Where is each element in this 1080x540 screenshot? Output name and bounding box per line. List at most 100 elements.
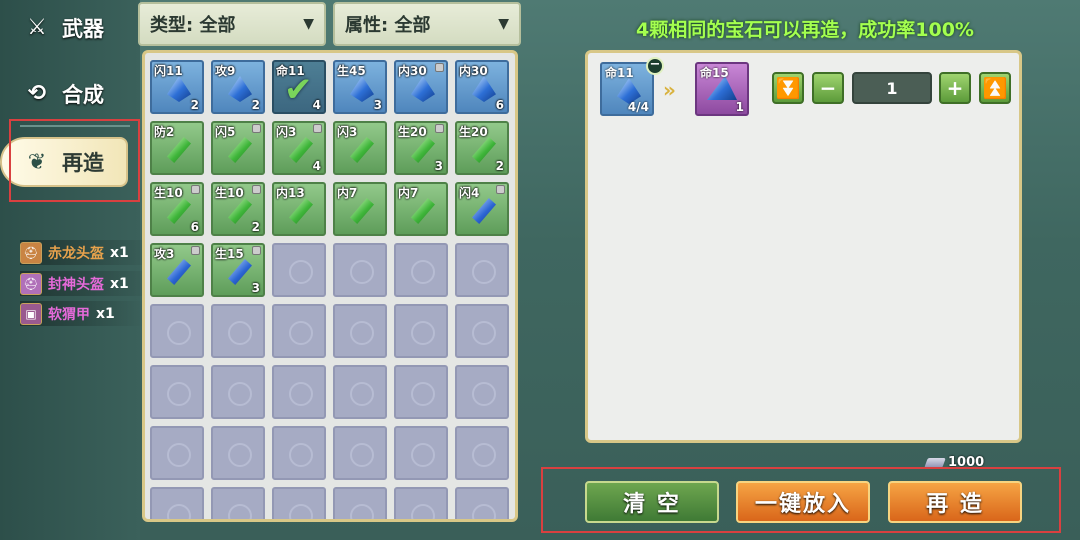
gem-slot[interactable]: 生10 2 bbox=[211, 182, 265, 236]
empty-slot[interactable] bbox=[272, 426, 326, 480]
forge-output-slot: 命15 1 bbox=[695, 62, 749, 116]
empty-slot[interactable] bbox=[211, 487, 265, 519]
gem-label: 内13 bbox=[276, 186, 305, 200]
gem-slot[interactable]: 生10 6 bbox=[150, 182, 204, 236]
lock-icon bbox=[435, 63, 444, 72]
chevron-down-bar-icon: ⏬ bbox=[775, 76, 801, 100]
nav-item-synthesis[interactable]: ⟲ 合成 bbox=[10, 66, 135, 121]
empty-slot[interactable] bbox=[272, 304, 326, 358]
empty-slot[interactable] bbox=[333, 487, 387, 519]
clear-button[interactable]: 清 空 bbox=[585, 481, 719, 523]
chevron-down-icon: ▼ bbox=[303, 16, 314, 32]
empty-slot[interactable] bbox=[455, 304, 509, 358]
max-quantity-button[interactable]: ⏫ bbox=[979, 72, 1011, 104]
gem-icon bbox=[228, 198, 252, 224]
min-quantity-button[interactable]: ⏬ bbox=[772, 72, 804, 104]
armor-icon: ▣ bbox=[20, 302, 42, 325]
gem-slot[interactable]: 闪5 bbox=[211, 121, 265, 175]
gem-slot[interactable]: 闪11 2 bbox=[150, 60, 204, 114]
empty-slot[interactable] bbox=[211, 304, 265, 358]
auto-place-button[interactable]: 一键放入 bbox=[736, 481, 870, 523]
empty-slot[interactable] bbox=[272, 487, 326, 519]
gem-slot[interactable]: 内13 bbox=[272, 182, 326, 236]
gem-icon bbox=[167, 137, 191, 163]
gem-icon bbox=[472, 76, 496, 102]
type-filter-dropdown[interactable]: 类型: 全部 ▼ bbox=[138, 2, 326, 46]
silver-ingot-icon bbox=[924, 457, 946, 468]
gem-label: 闪4 bbox=[459, 186, 480, 200]
gem-slot[interactable]: 闪3 bbox=[333, 121, 387, 175]
decrease-button[interactable]: − bbox=[812, 72, 844, 104]
reforge-button[interactable]: 再 造 bbox=[888, 481, 1022, 523]
empty-slot[interactable] bbox=[333, 304, 387, 358]
gem-slot[interactable]: 闪4 bbox=[455, 182, 509, 236]
empty-slot[interactable] bbox=[333, 426, 387, 480]
attribute-filter-dropdown[interactable]: 属性: 全部 ▼ bbox=[333, 2, 521, 46]
gem-icon bbox=[228, 259, 252, 285]
gem-label: 闪5 bbox=[215, 125, 236, 139]
gem-icon bbox=[228, 76, 252, 102]
lock-icon bbox=[252, 246, 261, 255]
gem-count: 3 bbox=[373, 98, 382, 112]
lock-icon bbox=[313, 124, 322, 133]
gem-count: 3 bbox=[434, 159, 443, 173]
forge-input-slot[interactable]: 命11 4/4 bbox=[600, 62, 654, 116]
gem-slot[interactable]: 内7 bbox=[394, 182, 448, 236]
gem-slot[interactable]: 攻3 bbox=[150, 243, 204, 297]
attribute-filter-label: 属性: 全部 bbox=[345, 15, 431, 36]
reward-name: 软猬甲 bbox=[48, 306, 90, 323]
gem-label: 攻9 bbox=[215, 64, 236, 78]
empty-slot[interactable] bbox=[272, 365, 326, 419]
empty-slot[interactable] bbox=[150, 487, 204, 519]
empty-slot[interactable] bbox=[211, 365, 265, 419]
empty-slot[interactable] bbox=[455, 243, 509, 297]
gem-count: 4 bbox=[312, 98, 321, 112]
nav-item-reforge[interactable]: ❦ 再造 bbox=[0, 137, 128, 187]
empty-slot[interactable] bbox=[394, 365, 448, 419]
empty-slot[interactable] bbox=[150, 304, 204, 358]
gem-label: 生45 bbox=[337, 64, 366, 78]
gem-slot[interactable]: 生20 2 bbox=[455, 121, 509, 175]
gem-label: 内7 bbox=[337, 186, 358, 200]
helmet-icon: ⛑ bbox=[20, 272, 42, 295]
empty-slot[interactable] bbox=[394, 426, 448, 480]
gem-icon bbox=[350, 198, 374, 224]
quantity-field[interactable]: 1 bbox=[852, 72, 932, 104]
gem-slot[interactable]: 生20 3 bbox=[394, 121, 448, 175]
gem-label: 生20 bbox=[398, 125, 427, 139]
gem-slot[interactable]: 内30 6 bbox=[455, 60, 509, 114]
empty-slot[interactable] bbox=[272, 243, 326, 297]
gem-slot[interactable]: ✔ 命11 4 bbox=[272, 60, 326, 114]
remove-gem-button[interactable]: − bbox=[646, 57, 664, 75]
lock-icon bbox=[496, 185, 505, 194]
gem-slot[interactable]: 防2 bbox=[150, 121, 204, 175]
gem-icon bbox=[472, 198, 496, 224]
empty-slot[interactable] bbox=[394, 304, 448, 358]
empty-slot[interactable] bbox=[455, 365, 509, 419]
gem-slot[interactable]: 闪3 4 bbox=[272, 121, 326, 175]
empty-slot[interactable] bbox=[150, 426, 204, 480]
helmet-icon: ⛑ bbox=[20, 241, 42, 264]
empty-slot[interactable] bbox=[455, 426, 509, 480]
minus-icon: − bbox=[819, 76, 837, 100]
gem-label: 闪11 bbox=[154, 64, 183, 78]
gem-slot[interactable]: 生45 3 bbox=[333, 60, 387, 114]
empty-slot[interactable] bbox=[150, 365, 204, 419]
gem-slot[interactable]: 攻9 2 bbox=[211, 60, 265, 114]
empty-slot[interactable] bbox=[394, 487, 448, 519]
empty-slot[interactable] bbox=[394, 243, 448, 297]
gem-slot[interactable]: 生15 3 bbox=[211, 243, 265, 297]
gem-label: 生10 bbox=[154, 186, 183, 200]
increase-button[interactable]: + bbox=[939, 72, 971, 104]
gem-count: 1 bbox=[735, 100, 744, 114]
empty-slot[interactable] bbox=[333, 243, 387, 297]
reward-item: ⛑ 封神头盔 x1 bbox=[20, 271, 159, 296]
empty-slot[interactable] bbox=[211, 426, 265, 480]
gem-slot[interactable]: 内30 bbox=[394, 60, 448, 114]
empty-slot[interactable] bbox=[455, 487, 509, 519]
gem-icon bbox=[350, 76, 374, 102]
gem-slot[interactable]: 内7 bbox=[333, 182, 387, 236]
lock-icon bbox=[435, 124, 444, 133]
empty-slot[interactable] bbox=[333, 365, 387, 419]
nav-item-weapon[interactable]: ⚔ 武器 bbox=[10, 0, 135, 55]
